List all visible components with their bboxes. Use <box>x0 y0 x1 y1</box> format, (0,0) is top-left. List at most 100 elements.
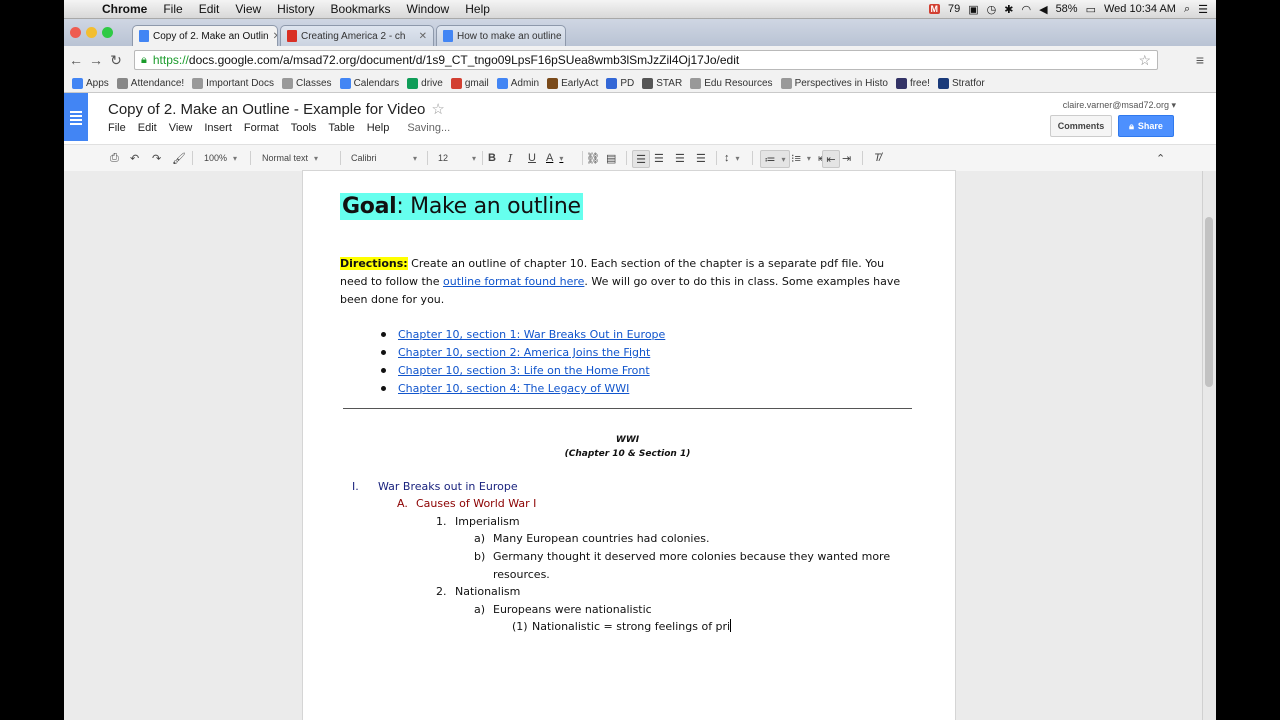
bluetooth-icon[interactable]: ✱ <box>1004 3 1013 16</box>
spotlight-icon[interactable]: ⌕ <box>1184 3 1190 16</box>
window-controls <box>70 27 113 38</box>
gmail-icon[interactable]: M <box>928 4 940 14</box>
menubar-window[interactable]: Window <box>407 2 450 16</box>
star-document-icon[interactable]: ☆ <box>431 101 444 118</box>
menu-insert[interactable]: Insert <box>204 122 232 134</box>
justify-icon[interactable]: ☰ <box>696 150 706 166</box>
share-button[interactable]: 🔒︎ Share <box>1118 115 1174 137</box>
font-size-select[interactable]: 12 <box>438 150 476 166</box>
bookmark-free[interactable]: free! <box>895 77 930 89</box>
bookmark-pd[interactable]: PD <box>606 77 634 89</box>
screen-icon[interactable]: ▣ <box>968 3 978 16</box>
document-page[interactable]: Goal: Make an outline Directions: Create… <box>303 171 955 720</box>
volume-icon[interactable]: ◀ <box>1039 3 1047 16</box>
clear-formatting-icon[interactable]: T̸ <box>874 150 881 166</box>
chapter-link-2[interactable]: Chapter 10, section 2: America Joins the… <box>398 346 650 359</box>
document-title[interactable]: Copy of 2. Make an Outline - Example for… <box>108 100 445 118</box>
reload-icon[interactable]: ↻ <box>106 52 126 69</box>
bookmark-star-icon[interactable]: ☆ <box>1138 52 1151 69</box>
italic-icon[interactable]: I <box>508 150 512 166</box>
bookmark-classes[interactable]: Classes <box>281 77 332 89</box>
line-spacing-icon[interactable]: ↕ <box>724 150 740 166</box>
bookmark-earlyact[interactable]: EarlyAct <box>547 77 598 89</box>
menubar-bookmarks[interactable]: Bookmarks <box>331 2 391 16</box>
numbered-list-icon[interactable]: ≔ <box>760 150 790 168</box>
clock[interactable]: Wed 10:34 AM <box>1104 3 1176 15</box>
text-color-icon[interactable]: A <box>546 150 563 166</box>
minimize-window-icon[interactable] <box>86 27 97 38</box>
menu-edit[interactable]: Edit <box>138 122 157 134</box>
menubar-help[interactable]: Help <box>465 2 490 16</box>
style-select[interactable]: Normal text <box>262 150 318 166</box>
bookmark-edu-resources[interactable]: Edu Resources <box>690 77 773 89</box>
menu-format[interactable]: Format <box>244 122 279 134</box>
bookmark-calendars[interactable]: Calendars <box>339 77 399 89</box>
collapse-toolbar-icon[interactable]: ⌃ <box>1156 150 1165 166</box>
wifi-icon[interactable]: ◠ <box>1021 3 1031 16</box>
bold-icon[interactable]: B <box>488 150 496 166</box>
user-account[interactable]: claire.varner@msad72.org ▾ <box>1063 100 1176 111</box>
bulleted-list-icon[interactable]: ⁝≡ <box>791 150 811 166</box>
menubar-view[interactable]: View <box>235 2 261 16</box>
menu-table[interactable]: Table <box>328 122 354 134</box>
close-window-icon[interactable] <box>70 27 81 38</box>
outline-text-1a: Many European countries had colonies. <box>493 532 710 545</box>
menu-help[interactable]: Help <box>367 122 390 134</box>
bookmark-attendance[interactable]: Attendance! <box>116 77 184 89</box>
tab-close-icon[interactable]: ✕ <box>419 31 427 42</box>
scrollbar-thumb[interactable] <box>1205 217 1213 387</box>
bookmark-important-docs[interactable]: Important Docs <box>192 77 274 89</box>
link-icon[interactable]: ⛓︎ <box>586 150 600 166</box>
font-select[interactable]: Calibri <box>351 150 417 166</box>
tab-how-to-outline[interactable]: How to make an outline ✕ <box>436 25 566 46</box>
paint-format-icon[interactable]: 🖌︎ <box>172 150 186 166</box>
increase-indent-icon[interactable]: ⇥ <box>842 150 851 166</box>
battery-icon[interactable]: ▭ <box>1086 3 1096 16</box>
back-icon[interactable]: ← <box>66 52 86 68</box>
zoom-select[interactable]: 100% <box>204 150 237 166</box>
bookmark-star[interactable]: STAR <box>642 77 682 89</box>
bookmark-apps[interactable]: Apps <box>72 77 109 89</box>
bookmark-admin[interactable]: Admin <box>496 77 539 89</box>
format-toolbar: ⎙ ↶ ↷ 🖌︎ 100% Normal text Calibri 12 B I… <box>64 144 1216 172</box>
decrease-indent-active-icon[interactable]: ⇤ <box>822 150 840 168</box>
align-right-icon[interactable]: ☰ <box>675 150 685 166</box>
chapter-link-4[interactable]: Chapter 10, section 4: The Legacy of WWI <box>398 382 629 395</box>
menubar-app-name[interactable]: Chrome <box>102 2 147 16</box>
mac-menubar: Chrome File Edit View History Bookmarks … <box>64 0 1216 19</box>
time-machine-icon[interactable]: ◷ <box>987 3 997 16</box>
lock-icon: 🔒︎ <box>1129 120 1134 131</box>
menubar-history[interactable]: History <box>277 2 314 16</box>
chrome-menu-icon[interactable]: ≡ <box>1190 52 1210 68</box>
tab-copy-outline[interactable]: Copy of 2. Make an Outlin ✕ <box>132 25 278 46</box>
menubar-file[interactable]: File <box>163 2 182 16</box>
docs-home-icon[interactable] <box>64 93 88 141</box>
align-left-icon[interactable]: ☰ <box>632 150 650 168</box>
forward-icon[interactable]: → <box>86 52 106 68</box>
undo-icon[interactable]: ↶ <box>130 150 139 166</box>
bookmark-gmail[interactable]: gmail <box>450 77 489 89</box>
print-icon[interactable]: ⎙ <box>110 150 119 166</box>
notification-icon[interactable]: ☰ <box>1198 3 1208 16</box>
bookmark-stratfor[interactable]: Stratfor <box>937 77 985 89</box>
menu-tools[interactable]: Tools <box>291 122 317 134</box>
bookmark-drive[interactable]: drive <box>407 77 443 89</box>
comment-icon[interactable]: ▤ <box>606 150 616 166</box>
star-site-icon <box>642 77 654 89</box>
tab-close-icon[interactable]: ✕ <box>273 31 277 42</box>
vertical-scrollbar[interactable] <box>1202 171 1216 720</box>
menu-view[interactable]: View <box>169 122 193 134</box>
menu-file[interactable]: File <box>108 122 126 134</box>
align-center-icon[interactable]: ☰ <box>654 150 664 166</box>
underline-icon[interactable]: U <box>528 150 536 166</box>
menubar-edit[interactable]: Edit <box>199 2 220 16</box>
address-bar[interactable]: 🔒︎ https:// docs.google.com/a/msad72.org… <box>134 50 1158 70</box>
tab-creating-america[interactable]: Creating America 2 - ch ✕ <box>280 25 434 46</box>
comments-button[interactable]: Comments <box>1050 115 1112 137</box>
redo-icon[interactable]: ↷ <box>152 150 161 166</box>
zoom-window-icon[interactable] <box>102 27 113 38</box>
chapter-link-3[interactable]: Chapter 10, section 3: Life on the Home … <box>398 364 650 377</box>
bookmark-perspectives[interactable]: Perspectives in Histo <box>780 77 888 89</box>
chapter-link-1[interactable]: Chapter 10, section 1: War Breaks Out in… <box>398 328 665 341</box>
outline-format-link[interactable]: outline format found here <box>443 275 584 288</box>
